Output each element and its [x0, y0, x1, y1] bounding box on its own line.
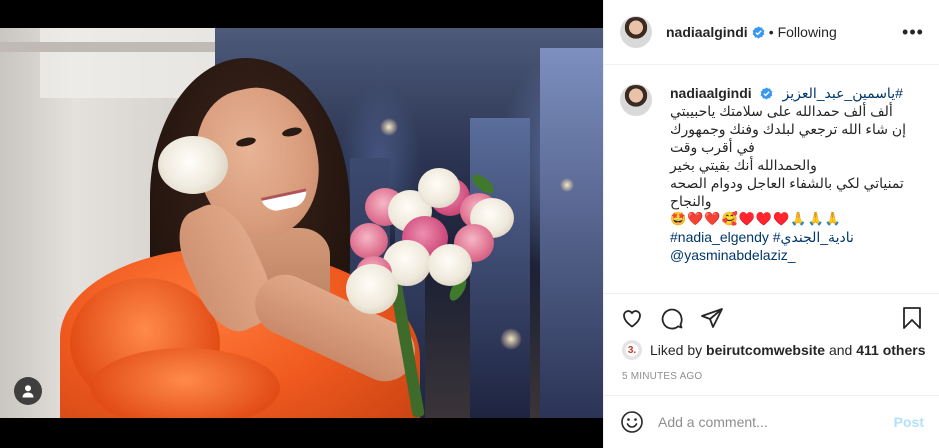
comment-bubble-icon — [661, 308, 683, 330]
post-timestamp[interactable]: 5 MINUTES AGO — [622, 371, 702, 382]
caption-body: nadiaalgindi #ياسمين_عبد_العزيز ألف ألف … — [670, 84, 930, 289]
action-bar — [604, 293, 939, 341]
paper-plane-icon — [701, 308, 723, 328]
heart-icon — [623, 310, 641, 328]
smiley-icon[interactable] — [620, 410, 644, 434]
likes-prefix: Liked by — [650, 342, 703, 358]
verified-badge-icon — [760, 87, 772, 100]
bookmark-icon — [903, 307, 921, 329]
caption-line: والحمدالله أنك بقيتي بخير — [670, 157, 817, 173]
likes-connector: and — [828, 342, 853, 358]
save-button[interactable] — [898, 304, 926, 332]
hair-rose — [158, 136, 228, 194]
comment-input[interactable] — [658, 414, 894, 430]
bg-tower — [470, 118, 530, 418]
city-light — [500, 328, 522, 350]
post-media[interactable] — [0, 0, 603, 448]
liker-avatar[interactable]: 3. — [622, 340, 642, 360]
hashtag-links[interactable]: #nadia_elgendy #نادية_الجندي — [670, 228, 930, 246]
separator-dot: • — [768, 24, 774, 40]
hashtag-link[interactable]: #ياسمين_عبد_العزيز — [782, 85, 902, 101]
rose — [346, 264, 398, 314]
rose — [428, 244, 472, 286]
share-button[interactable] — [698, 304, 726, 332]
caption-line: إن شاء الله ترجعي لبلدك وفنك وجمهورك — [670, 121, 907, 137]
comment-button[interactable] — [658, 304, 686, 332]
caption: nadiaalgindi #ياسمين_عبد_العزيز ألف ألف … — [620, 84, 930, 289]
comment-bar: Post — [604, 395, 939, 448]
author-username[interactable]: nadiaalgindi — [666, 24, 748, 40]
caption-avatar[interactable] — [620, 84, 652, 116]
person-tag-icon — [22, 385, 34, 398]
bg-tower — [540, 48, 603, 418]
caption-line: تمنياتي لكي بالشفاء العاجل ودوام الصحه — [670, 175, 904, 191]
caption-line: والنجاح — [670, 193, 712, 209]
caption-emojis: 🤩❤️❤️🥰♥️♥️♥️🙏🙏🙏 — [670, 211, 842, 226]
city-light — [560, 178, 574, 192]
likes-count[interactable]: 411 others — [856, 342, 925, 358]
caption-first-line: nadiaalgindi #ياسمين_عبد_العزيز — [670, 84, 930, 102]
liker-username[interactable]: beirutcomwebsite — [706, 342, 825, 358]
verified-badge-icon — [752, 25, 765, 39]
like-button[interactable] — [618, 304, 646, 332]
rose — [418, 168, 460, 208]
following-button[interactable]: Following — [778, 24, 837, 40]
post-photo[interactable] — [0, 28, 603, 418]
mention-link[interactable]: @yasminabdelaziz_ — [670, 246, 930, 264]
caption-line: في أقرب وقت — [670, 139, 755, 155]
dress-ruffle — [90, 348, 280, 418]
tagged-people-button[interactable] — [14, 377, 42, 405]
avatar[interactable] — [620, 16, 652, 48]
caption-line: ألف ألف حمدالله على سلامتك ياحبيبتي — [670, 103, 893, 119]
likes-summary: 3. Liked by beirutcomwebsite and 411 oth… — [622, 340, 925, 360]
city-light — [380, 118, 398, 136]
post-header: nadiaalgindi • Following ••• — [604, 0, 939, 65]
rose — [350, 223, 388, 259]
caption-username[interactable]: nadiaalgindi — [670, 85, 752, 101]
post-side-panel: nadiaalgindi • Following ••• nadiaalgind… — [603, 0, 939, 448]
post-comment-button[interactable]: Post — [894, 414, 924, 430]
more-horizontal-icon[interactable]: ••• — [902, 23, 924, 41]
bg-blinds — [0, 42, 215, 52]
